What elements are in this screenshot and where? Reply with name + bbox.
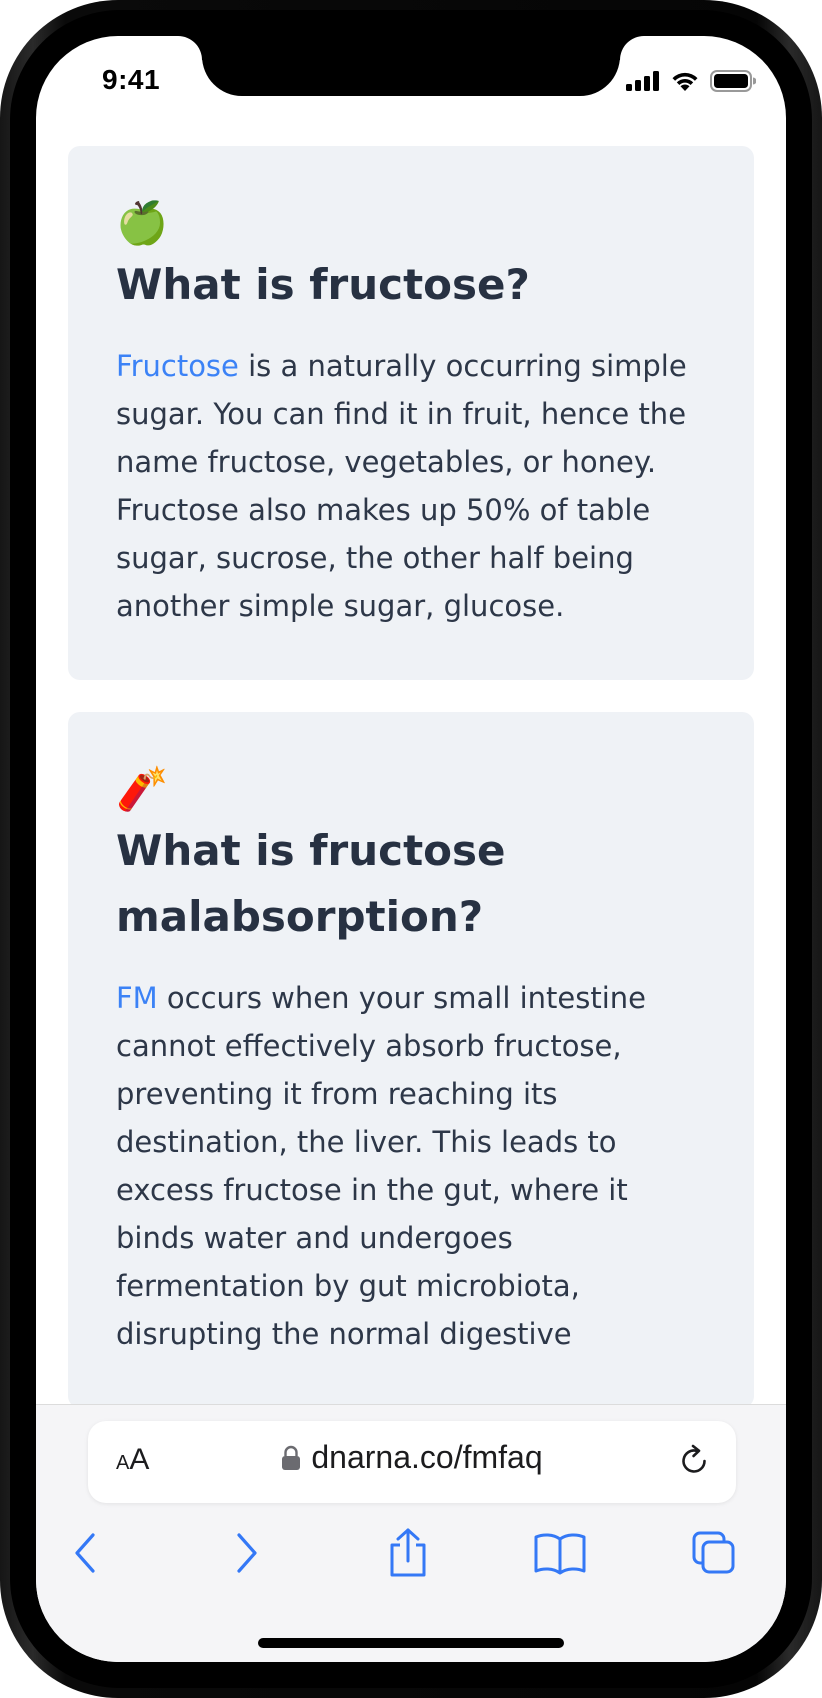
forward-button[interactable] — [216, 1523, 276, 1583]
card-body-text: occurs when your small intestine cannot … — [116, 981, 647, 1351]
wifi-icon — [672, 72, 698, 91]
cellular-signal-icon — [626, 71, 659, 91]
home-indicator — [258, 1638, 564, 1648]
browser-toolbar — [36, 1523, 786, 1593]
address-bar[interactable]: AA dnarna.co/fmfaq — [88, 1421, 736, 1503]
bookmarks-button[interactable] — [530, 1523, 590, 1583]
book-icon — [534, 1533, 586, 1575]
fructose-link[interactable]: Fructose — [116, 349, 239, 383]
firecracker-icon: 🧨 — [116, 764, 169, 813]
card-title: What is fructose? — [116, 260, 530, 309]
tabs-button[interactable] — [684, 1523, 744, 1583]
chevron-right-icon — [237, 1533, 257, 1573]
battery-icon — [710, 70, 756, 92]
card-title: What is fructose malabsorption? — [116, 826, 506, 941]
card-body-text: is a naturally occurring simple sugar. Y… — [116, 349, 687, 623]
url-field[interactable]: dnarna.co/fmfaq — [88, 1439, 736, 1476]
chevron-left-icon — [75, 1533, 95, 1573]
card-body: Fructose is a naturally occurring simple… — [116, 342, 706, 630]
green-apple-icon: 🍏 — [116, 198, 169, 247]
status-time: 9:41 — [102, 64, 161, 95]
url-text: dnarna.co/fmfaq — [311, 1439, 543, 1475]
share-button[interactable] — [378, 1523, 438, 1583]
fm-link[interactable]: FM — [116, 981, 158, 1015]
faq-card-fructose: 🍏 What is fructose? Fructose is a natura… — [68, 146, 754, 680]
card-body: FM occurs when your small intestine cann… — [116, 974, 706, 1358]
tabs-icon — [692, 1531, 735, 1574]
share-icon — [390, 1528, 426, 1577]
lock-icon — [282, 1445, 301, 1470]
screen: 9:41 🍏 What is fructose? Fructose is a n… — [36, 36, 786, 1662]
notch — [202, 36, 620, 96]
browser-bottom-bar: AA dnarna.co/fmfaq — [36, 1404, 786, 1662]
faq-card-malabsorption: 🧨 What is fructose malabsorption? FM occ… — [68, 712, 754, 1408]
reload-icon[interactable] — [674, 1441, 714, 1481]
status-icons — [626, 70, 756, 92]
page-content: 🍏 What is fructose? Fructose is a natura… — [68, 146, 754, 1440]
back-button[interactable] — [56, 1523, 116, 1583]
